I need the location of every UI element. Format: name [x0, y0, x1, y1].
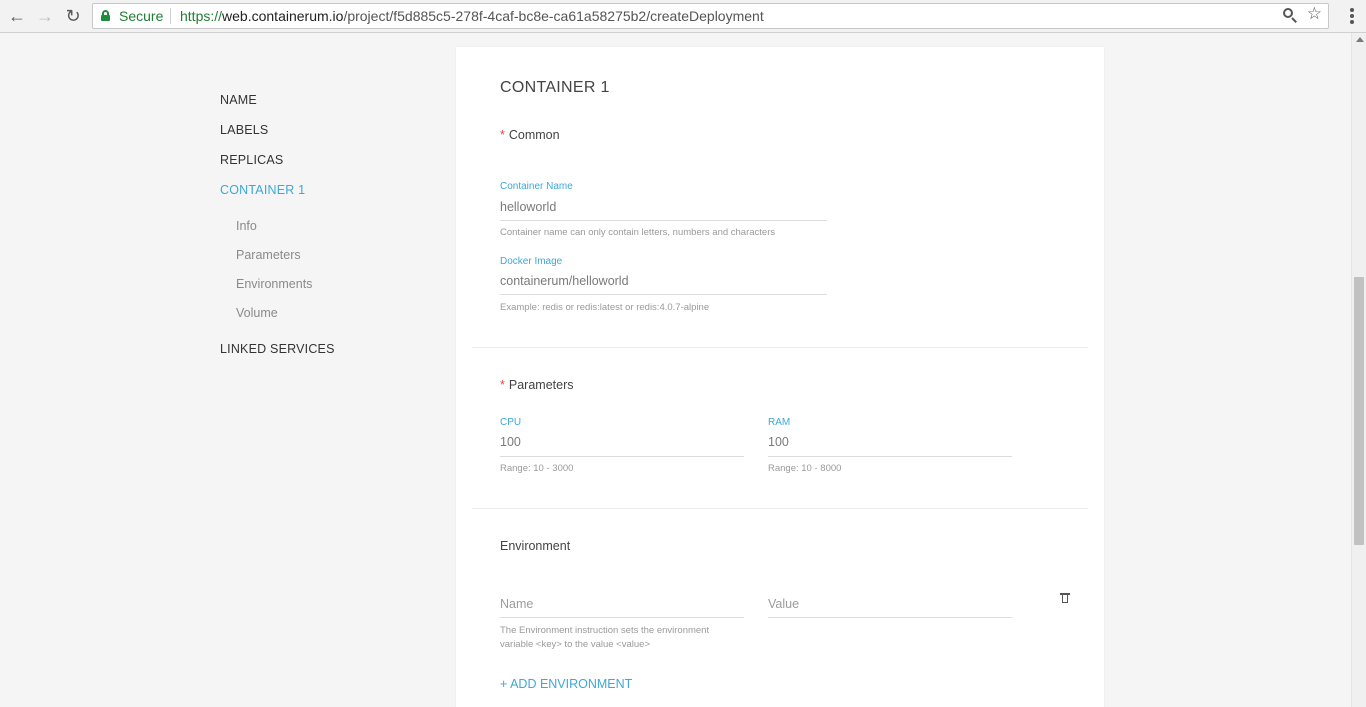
- env-name-underline: [500, 617, 744, 618]
- docker-image-label: Docker Image: [500, 256, 563, 267]
- sidebar-subitem-parameters[interactable]: Parameters: [236, 248, 301, 262]
- env-name-input[interactable]: Name: [500, 597, 533, 611]
- env-hint-line-1: The Environment instruction sets the env…: [500, 625, 710, 636]
- env-hint-line-2: variable <key> to the value <value>: [500, 639, 650, 650]
- add-environment-button[interactable]: + ADD ENVIRONMENT: [500, 677, 632, 691]
- sidebar-item-replicas[interactable]: REPLICAS: [220, 153, 283, 167]
- sidebar-item-container-1[interactable]: CONTAINER 1: [220, 183, 305, 197]
- container-name-label: Container Name: [500, 181, 573, 192]
- browser-toolbar: ← → ↻ Secure https://web.containerum.io/…: [0, 0, 1366, 33]
- cpu-hint: Range: 10 - 3000: [500, 463, 574, 474]
- arrow-right-icon[interactable]: →: [34, 5, 56, 27]
- ram-input[interactable]: 100: [768, 435, 789, 449]
- cpu-label: CPU: [500, 417, 522, 428]
- scrollbar-thumb[interactable]: [1354, 277, 1364, 545]
- section-divider: [472, 508, 1088, 509]
- url-text[interactable]: https://web.containerum.io/project/f5d88…: [180, 8, 764, 24]
- ram-hint: Range: 10 - 8000: [768, 463, 842, 474]
- address-separator: [170, 8, 171, 24]
- docker-image-underline: [500, 294, 827, 295]
- scroll-up-icon[interactable]: [1356, 37, 1364, 42]
- env-value-input[interactable]: Value: [768, 597, 799, 611]
- sidebar-subitem-info[interactable]: Info: [236, 219, 257, 233]
- ram-underline: [768, 456, 1012, 457]
- container-title: CONTAINER 1: [500, 79, 610, 96]
- sidebar-subitem-volume[interactable]: Volume: [236, 306, 278, 320]
- sidebar-item-linked-services[interactable]: LINKED SERVICES: [220, 342, 335, 356]
- sidebar-item-name[interactable]: NAME: [220, 93, 257, 107]
- container-name-input[interactable]: helloworld: [500, 200, 556, 214]
- env-value-underline: [768, 617, 1012, 618]
- reload-icon[interactable]: ↻: [62, 5, 84, 27]
- kebab-menu-icon[interactable]: [1350, 8, 1354, 24]
- environment-section-title: Environment: [500, 539, 571, 553]
- container-name-underline: [500, 220, 827, 221]
- trash-icon[interactable]: [1060, 593, 1070, 603]
- required-mark: *: [500, 128, 505, 142]
- section-divider: [472, 347, 1088, 348]
- sidebar-item-labels[interactable]: LABELS: [220, 123, 268, 137]
- docker-image-input[interactable]: containerum/helloworld: [500, 274, 629, 288]
- secure-label: Secure: [119, 8, 164, 24]
- container-name-hint: Container name can only contain letters,…: [500, 227, 776, 238]
- required-mark: *: [500, 378, 505, 392]
- parameters-section-title: * Parameters: [500, 378, 574, 392]
- star-icon[interactable]: ☆: [1307, 5, 1322, 22]
- docker-image-hint: Example: redis or redis:latest or redis:…: [500, 302, 710, 313]
- common-section-title: * Common: [500, 128, 560, 142]
- sidebar-subitem-environments[interactable]: Environments: [236, 277, 312, 291]
- page-scrollbar[interactable]: [1351, 33, 1366, 707]
- lock-icon: [101, 10, 110, 21]
- magnifier-icon[interactable]: [1282, 7, 1298, 23]
- cpu-input[interactable]: 100: [500, 435, 521, 449]
- address-bar[interactable]: Secure https://web.containerum.io/projec…: [92, 3, 1329, 29]
- ram-label: RAM: [768, 417, 791, 428]
- cpu-underline: [500, 456, 744, 457]
- arrow-left-icon[interactable]: ←: [6, 5, 28, 27]
